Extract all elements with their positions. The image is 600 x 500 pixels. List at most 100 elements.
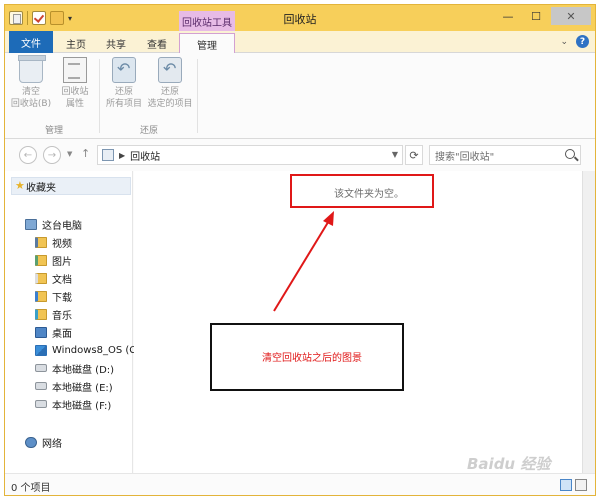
ribbon-group-separator [197, 59, 198, 133]
sidebar-item-label: 网络 [42, 438, 62, 450]
navigation-pane: ★ 收藏夹 这台电脑 视频 图片 文档 下载 音乐 桌面 Windows8_OS… [5, 171, 144, 473]
sidebar-item-pictures[interactable]: 图片 [35, 251, 72, 269]
recent-locations-dropdown[interactable]: ▼ [67, 150, 72, 158]
drive-icon [35, 382, 47, 390]
search-placeholder: 搜索"回收站" [435, 151, 495, 163]
restore-selected-label-2: 选定的项目 [147, 99, 193, 109]
ribbon-panel: 清空 回收站(B) 回收站 属性 管理 还原 所有项目 还原 选定的项目 还原 [5, 53, 595, 139]
explorer-window: ▾ 回收站工具 回收站 — ☐ ✕ 文件 主页 共享 查看 管理 ⌄ ? 清空 … [4, 4, 596, 496]
close-button[interactable]: ✕ [551, 7, 591, 25]
view-switcher [560, 479, 587, 491]
restore-all-icon [112, 57, 136, 83]
drive-icon [35, 400, 47, 408]
restore-all-label-1: 还原 [114, 87, 133, 97]
sidebar-item-label: 本地磁盘 (E:) [52, 382, 113, 394]
properties-icon[interactable] [32, 11, 46, 25]
breadcrumb-separator-icon[interactable]: ▶ [119, 151, 125, 160]
ribbon-tab-bar: 文件 主页 共享 查看 管理 ⌄ ? [5, 31, 595, 54]
forward-button[interactable]: → [43, 146, 61, 164]
search-icon[interactable] [565, 149, 575, 159]
sidebar-item-label: 本地磁盘 (F:) [52, 400, 112, 412]
empty-recycle-bin-label-2: 回收站(B) [10, 99, 52, 109]
restore-selected-label-1: 还原 [160, 87, 179, 97]
sidebar-item-this-pc[interactable]: 这台电脑 [25, 215, 82, 233]
sidebar-item-drive-c[interactable]: Windows8_OS (C:) [35, 341, 144, 359]
new-folder-icon[interactable] [50, 11, 64, 25]
group-label-manage: 管理 [44, 126, 63, 136]
sidebar-item-desktop[interactable]: 桌面 [35, 323, 72, 341]
ribbon-right-controls: ⌄ ? [560, 35, 589, 48]
item-count: 0 个项目 [11, 483, 51, 494]
recycle-bin-small-icon [102, 149, 114, 161]
computer-icon [25, 218, 37, 230]
tab-manage[interactable]: 管理 [179, 33, 235, 54]
desktop-icon [35, 326, 47, 338]
annotation-note-text: 清空回收站之后的图景 [262, 353, 362, 364]
recycle-bin-properties-button[interactable]: 回收站 属性 [53, 57, 97, 110]
network-icon [25, 436, 37, 448]
recycle-bin-properties-label-1: 回收站 [61, 87, 89, 97]
tab-view[interactable]: 查看 [137, 33, 177, 53]
sidebar-item-label: Windows8_OS (C:) [52, 344, 144, 356]
restore-selected-icon [158, 57, 182, 83]
star-icon: ★ [15, 179, 25, 192]
customize-qat-dropdown[interactable]: ▾ [68, 14, 72, 23]
music-folder-icon [35, 308, 47, 320]
pictures-folder-icon [35, 254, 47, 266]
minimize-button[interactable]: — [495, 7, 521, 25]
sidebar-item-favorites[interactable]: ★ 收藏夹 [11, 177, 131, 195]
window-controls: — ☐ ✕ [495, 7, 591, 25]
sidebar-item-videos[interactable]: 视频 [35, 233, 72, 251]
sidebar-item-network[interactable]: 网络 [25, 433, 62, 451]
back-button[interactable]: ← [19, 146, 37, 164]
tab-share[interactable]: 共享 [97, 33, 135, 53]
restore-all-label-2: 所有项目 [105, 99, 142, 109]
sidebar-item-label: 下载 [52, 292, 72, 304]
annotation-arrow [273, 211, 334, 312]
navigation-bar: ← → ▼ ↑ ▶ 回收站 ▼ ⟳ 搜索"回收站" [5, 139, 595, 171]
tab-file[interactable]: 文件 [9, 31, 53, 53]
annotation-highlight-box [290, 174, 434, 208]
quick-access-toolbar: ▾ [9, 10, 72, 26]
file-list-area[interactable]: 该文件夹为空。 清空回收站之后的图景 [134, 171, 582, 473]
video-folder-icon [35, 236, 47, 248]
sidebar-item-label: 收藏夹 [26, 182, 56, 194]
sidebar-item-label: 音乐 [52, 310, 72, 322]
sidebar-item-drive-f[interactable]: 本地磁盘 (F:) [35, 395, 111, 413]
group-label-restore: 还原 [139, 126, 158, 136]
annotation-note-box: 清空回收站之后的图景 [210, 323, 404, 391]
refresh-button[interactable]: ⟳ [405, 145, 423, 165]
address-history-dropdown[interactable]: ▼ [392, 150, 398, 159]
sidebar-item-downloads[interactable]: 下载 [35, 287, 72, 305]
qat-separator [27, 11, 28, 25]
empty-recycle-bin-label-1: 清空 [21, 87, 40, 97]
help-icon[interactable]: ? [576, 35, 589, 48]
empty-recycle-bin-button[interactable]: 清空 回收站(B) [9, 55, 53, 110]
large-icons-view-icon[interactable] [575, 479, 587, 491]
sidebar-item-label: 桌面 [52, 328, 72, 340]
address-bar[interactable]: ▶ 回收站 ▼ [97, 145, 403, 165]
tab-home[interactable]: 主页 [57, 33, 95, 53]
context-tab-title: 回收站工具 [179, 11, 235, 31]
up-one-level-button[interactable]: ↑ [81, 147, 90, 160]
properties-sheet-icon [63, 57, 87, 83]
restore-selected-items-button[interactable]: 还原 选定的项目 [141, 57, 199, 110]
downloads-folder-icon [35, 290, 47, 302]
os-drive-icon [35, 344, 47, 356]
sidebar-item-label: 文档 [52, 274, 72, 286]
sidebar-item-label: 本地磁盘 (D:) [52, 364, 115, 376]
details-view-icon[interactable] [560, 479, 572, 491]
sidebar-item-drive-d[interactable]: 本地磁盘 (D:) [35, 359, 114, 377]
expand-ribbon-icon[interactable]: ⌄ [560, 37, 568, 47]
search-input[interactable]: 搜索"回收站" [429, 145, 581, 165]
sidebar-item-documents[interactable]: 文档 [35, 269, 72, 287]
address-path[interactable]: 回收站 [130, 148, 160, 163]
maximize-button[interactable]: ☐ [523, 7, 549, 25]
app-icon [9, 11, 23, 25]
recycle-bin-properties-label-2: 属性 [65, 99, 84, 109]
documents-folder-icon [35, 272, 47, 284]
sidebar-item-music[interactable]: 音乐 [35, 305, 72, 323]
vertical-scrollbar[interactable] [582, 171, 595, 473]
sidebar-item-drive-e[interactable]: 本地磁盘 (E:) [35, 377, 113, 395]
recycle-bin-icon [18, 55, 46, 83]
